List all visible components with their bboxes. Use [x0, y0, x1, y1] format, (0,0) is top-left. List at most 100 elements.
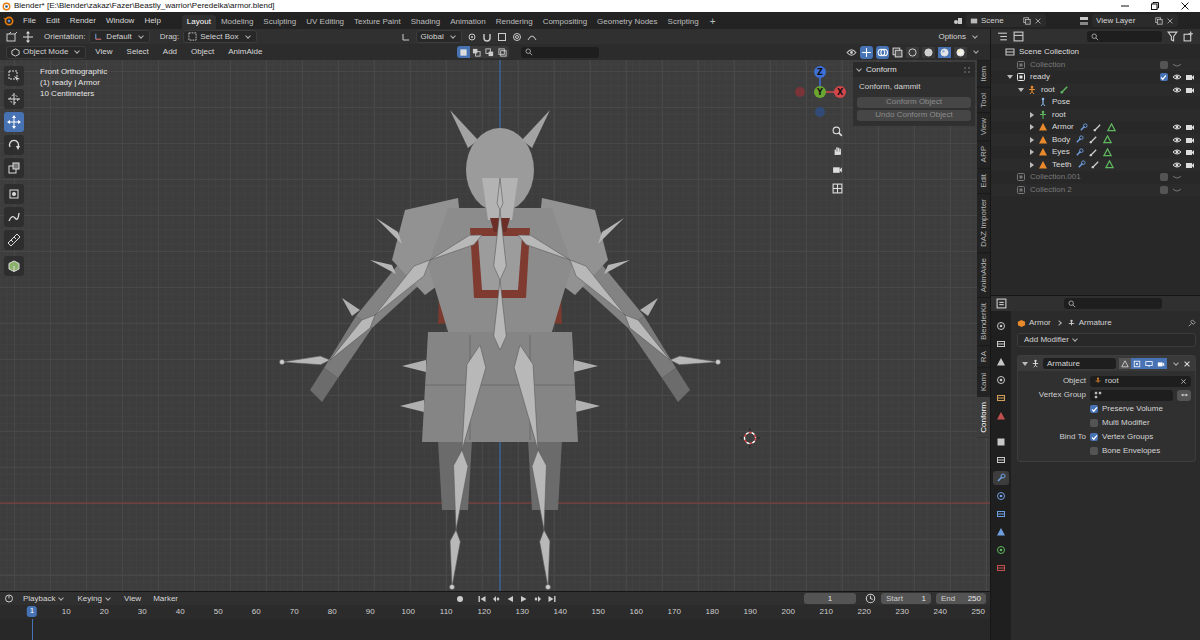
- expanded-arrow-icon[interactable]: [1018, 88, 1024, 92]
- jump-end-icon[interactable]: [547, 594, 557, 604]
- bind-checkbox[interactable]: Bone Envelopes: [1090, 446, 1160, 456]
- add-modifier-dropdown[interactable]: Add Modifier: [1017, 333, 1196, 347]
- collapsed-arrow-icon[interactable]: [1030, 112, 1034, 118]
- sidebar-tab[interactable]: Edit: [977, 168, 990, 193]
- timeline-dropdown-menu[interactable]: Keying: [72, 594, 116, 604]
- tool-button[interactable]: [4, 135, 24, 155]
- camera-view-button[interactable]: [830, 162, 845, 177]
- property-tab[interactable]: [993, 471, 1009, 485]
- workspace-tab[interactable]: Modeling: [216, 15, 258, 29]
- outliner-row[interactable]: Body: [991, 134, 1200, 147]
- menu-item[interactable]: File: [18, 16, 41, 26]
- sidebar-tab[interactable]: Kami: [977, 367, 990, 396]
- neg-z-axis-icon[interactable]: [815, 107, 825, 117]
- sidebar-tab[interactable]: Tool: [977, 87, 990, 113]
- character-model[interactable]: [310, 110, 690, 510]
- x-axis-icon[interactable]: [834, 86, 846, 98]
- end-frame-field[interactable]: End250: [936, 593, 986, 604]
- eye-icon[interactable]: [1172, 160, 1182, 170]
- tool-button[interactable]: [4, 89, 24, 109]
- viewport-search-field[interactable]: [521, 47, 599, 58]
- timeline-body[interactable]: [0, 619, 990, 640]
- render-camera-icon[interactable]: [1185, 122, 1195, 132]
- outliner-row[interactable]: Collection: [991, 59, 1200, 72]
- select-new-button[interactable]: [457, 46, 470, 58]
- collapsed-arrow-icon[interactable]: [1030, 124, 1034, 130]
- close-button[interactable]: [1170, 0, 1200, 12]
- shading-options-chevron[interactable]: [973, 48, 979, 54]
- eye-icon[interactable]: [1172, 85, 1182, 95]
- property-tab[interactable]: [993, 319, 1009, 333]
- pan-button[interactable]: [830, 143, 845, 158]
- mode-dropdown[interactable]: Object Mode: [6, 46, 86, 59]
- filter-icon[interactable]: [1167, 31, 1178, 42]
- invert-vertex-group-button[interactable]: [1177, 390, 1191, 401]
- shading-mode-button[interactable]: [954, 47, 967, 58]
- select-intersect-button[interactable]: [496, 46, 509, 58]
- outliner-row[interactable]: Collection.001: [991, 171, 1200, 184]
- orientation-axes-icon[interactable]: [401, 32, 411, 42]
- modifier-wrench-icon[interactable]: [1075, 148, 1084, 157]
- properties-search-field[interactable]: [1064, 298, 1162, 309]
- sidebar-tab[interactable]: Conform: [977, 396, 990, 438]
- scene-field[interactable]: Scene: [966, 14, 1046, 27]
- tool-button[interactable]: [4, 112, 24, 132]
- property-tab[interactable]: [993, 507, 1009, 521]
- vertex-group-field[interactable]: [1090, 390, 1173, 401]
- option-checkbox[interactable]: Preserve Volume: [1090, 404, 1163, 414]
- viewport-menu[interactable]: AnimAide: [223, 47, 267, 57]
- outliner-row[interactable]: Teeth: [991, 159, 1200, 172]
- modifier-name-field[interactable]: Armature: [1043, 358, 1116, 369]
- play-reverse-icon[interactable]: [505, 594, 515, 604]
- property-tab[interactable]: [993, 489, 1009, 503]
- next-keyframe-icon[interactable]: [533, 594, 543, 604]
- menu-item[interactable]: Help: [139, 16, 165, 26]
- shading-mode-button[interactable]: [906, 47, 919, 58]
- workspace-tab[interactable]: Texture Paint: [349, 15, 406, 29]
- outliner-row[interactable]: Pose: [991, 96, 1200, 109]
- sidebar-tab[interactable]: View: [977, 112, 990, 140]
- modifier-wrench-icon[interactable]: [1075, 135, 1084, 144]
- options-dropdown[interactable]: Options: [933, 30, 984, 43]
- scene-canvas[interactable]: [0, 60, 990, 591]
- workspace-tab[interactable]: Compositing: [538, 15, 592, 29]
- xray-icon[interactable]: [892, 47, 903, 58]
- property-tab[interactable]: [993, 355, 1009, 369]
- property-tab[interactable]: [993, 543, 1009, 557]
- property-tab[interactable]: [993, 337, 1009, 351]
- mesh-data-icon[interactable]: [1103, 148, 1112, 157]
- frame-ruler[interactable]: 1020304050607080901001101201301401501601…: [0, 605, 990, 619]
- tool-button[interactable]: [4, 230, 24, 250]
- add-workspace-button[interactable]: +: [704, 15, 722, 29]
- option-checkbox[interactable]: Multi Modifier: [1090, 418, 1150, 428]
- prev-keyframe-icon[interactable]: [491, 594, 501, 604]
- outliner-row[interactable]: Collection 2: [991, 184, 1200, 197]
- eye-closed-icon[interactable]: [1172, 172, 1182, 182]
- snap-target-icon[interactable]: [497, 32, 507, 42]
- collapsed-arrow-icon[interactable]: [1030, 149, 1034, 155]
- 3d-viewport[interactable]: Front Orthographic(1) ready | Armor10 Ce…: [0, 60, 990, 591]
- property-tab[interactable]: [993, 453, 1009, 467]
- viewport-menu[interactable]: Add: [158, 47, 182, 57]
- sidebar-tab[interactable]: AnimAide: [977, 252, 990, 297]
- orientation-dropdown[interactable]: Default: [89, 30, 149, 43]
- render-camera-icon[interactable]: [1185, 135, 1195, 145]
- grip-icon[interactable]: [963, 66, 971, 74]
- select-subtract-button[interactable]: [483, 46, 496, 58]
- outliner-row[interactable]: root: [991, 84, 1200, 97]
- sidebar-tab[interactable]: RA: [977, 345, 990, 367]
- select-extend-button[interactable]: [470, 46, 483, 58]
- tool-button[interactable]: [4, 66, 24, 86]
- menu-item[interactable]: Window: [101, 16, 139, 26]
- workspace-tab[interactable]: Sculpting: [258, 15, 301, 29]
- restore-button[interactable]: [1140, 0, 1170, 12]
- modifier-toggle[interactable]: [1131, 358, 1143, 369]
- sidebar-tab[interactable]: DAZ Importer: [977, 193, 990, 252]
- pivot-icon[interactable]: [467, 32, 477, 42]
- exclude-checkbox[interactable]: [1160, 186, 1168, 194]
- workspace-tab[interactable]: UV Editing: [301, 15, 349, 29]
- timeline-menu[interactable]: View: [119, 594, 146, 604]
- record-icon[interactable]: [455, 594, 465, 604]
- workspace-tab[interactable]: Scripting: [663, 15, 704, 29]
- neg-x-axis-icon[interactable]: [795, 87, 805, 97]
